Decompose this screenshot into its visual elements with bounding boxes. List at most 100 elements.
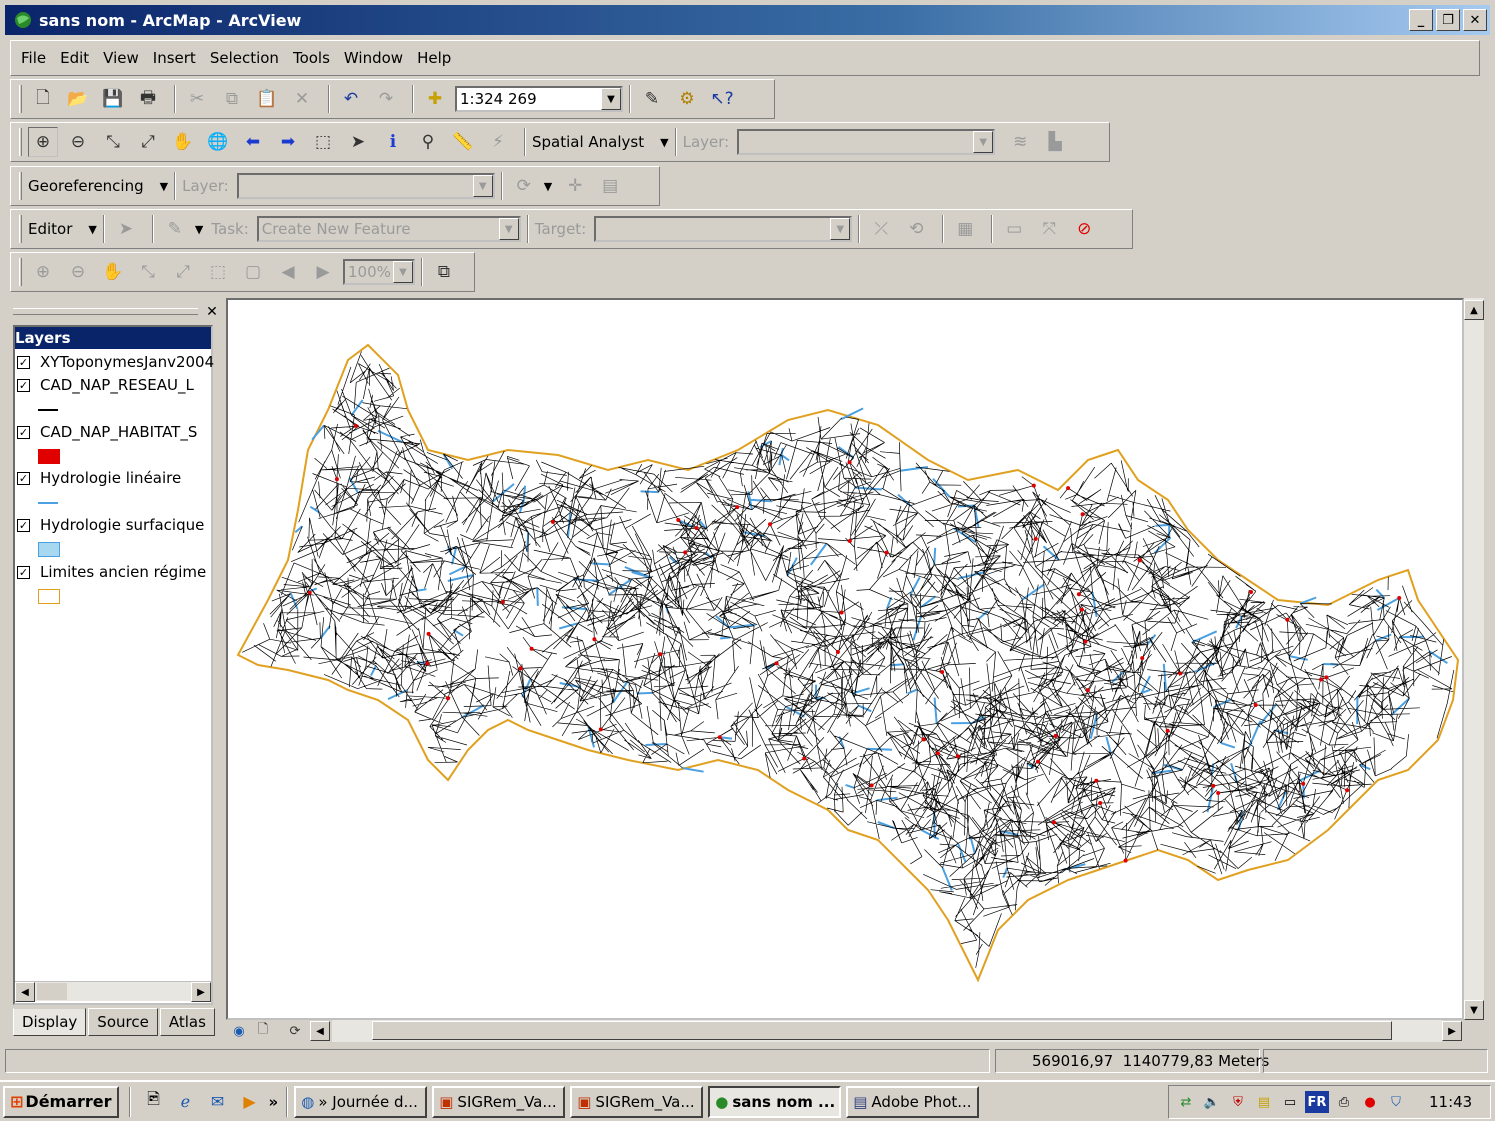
editor-toolbar-icon[interactable]: ✎ <box>637 84 667 114</box>
map-scale-combo[interactable]: 1:324 269 ▼ <box>455 86 623 112</box>
menu-tools[interactable]: Tools <box>293 49 330 67</box>
fill-symbol[interactable] <box>38 449 60 464</box>
fixed-zoom-out-page-icon[interactable]: ⤢ <box>168 257 198 287</box>
new-document-icon[interactable]: 🗋 <box>28 84 58 114</box>
menu-window[interactable]: Window <box>344 49 403 67</box>
menu-help[interactable]: Help <box>417 49 451 67</box>
layer-item[interactable]: ✓ CAD_NAP_RESEAU_L <box>17 376 194 394</box>
task-combo[interactable]: Create New Feature ▼ <box>256 216 521 242</box>
add-data-icon[interactable]: ✚ <box>420 84 450 114</box>
show-desktop-icon[interactable]: 🖻 <box>141 1089 167 1115</box>
map-horizontal-scrollbar[interactable] <box>332 1020 1442 1042</box>
layer-checkbox[interactable]: ✓ <box>17 355 30 369</box>
toc-horizontal-scrollbar[interactable]: ◀ ▶ <box>15 981 211 1002</box>
georef-layer-combo[interactable]: ▼ <box>236 173 495 199</box>
pan-hand-icon[interactable]: ✋ <box>168 127 198 157</box>
chevron-down-icon[interactable]: ▼ <box>88 223 96 236</box>
save-icon[interactable]: 💾 <box>98 84 128 114</box>
layout-zoom-combo[interactable]: 100% ▼ <box>343 259 415 285</box>
cut-icon[interactable]: ✂ <box>182 84 212 114</box>
layout-zoom-out-icon[interactable]: ⊖ <box>63 257 93 287</box>
close-icon[interactable]: ✕ <box>204 304 220 320</box>
map-canvas[interactable] <box>228 300 1462 1018</box>
network-icon[interactable]: ⇄ <box>1175 1091 1197 1113</box>
monitor-icon[interactable]: ▭ <box>1279 1091 1301 1113</box>
scroll-thumb[interactable] <box>372 1021 1392 1040</box>
chevron-down-icon[interactable]: ▼ <box>544 180 552 193</box>
spatial-analyst-menu[interactable]: Spatial Analyst <box>532 133 644 151</box>
toc-grip[interactable] <box>13 308 198 315</box>
rotate-icon[interactable]: ⟳ <box>509 171 539 201</box>
restore-button[interactable]: ❐ <box>1436 9 1460 31</box>
contour-icon[interactable]: ≋ <box>1005 127 1035 157</box>
zoom-out-icon[interactable]: ⊖ <box>63 127 93 157</box>
taskbar-item-photoshop[interactable]: ▤ Adobe Phot... <box>846 1085 980 1118</box>
layer-checkbox[interactable]: ✓ <box>17 425 30 439</box>
select-features-icon[interactable]: ⬚ <box>308 127 338 157</box>
quicklaunch-chevron[interactable]: » <box>269 1093 279 1111</box>
chevron-down-icon[interactable]: ▼ <box>660 136 668 149</box>
toolbar-grip[interactable] <box>19 128 22 156</box>
layer-item[interactable]: ✓ Hydrologie surfacique <box>17 516 204 534</box>
taskbar-item-sigrem-2[interactable]: ▣ SIGRem_Va... <box>570 1085 704 1118</box>
zoom-whole-page-icon[interactable]: ⤡ <box>133 257 163 287</box>
map-display[interactable] <box>226 298 1464 1020</box>
line-symbol[interactable] <box>38 409 58 411</box>
sketch-properties-icon[interactable]: ▭ <box>999 214 1029 244</box>
internet-explorer-icon[interactable]: ℯ <box>173 1089 199 1115</box>
taskbar-item-arcmap[interactable]: ● sans nom ... <box>708 1085 842 1118</box>
volume-icon[interactable]: 🔈 <box>1201 1091 1223 1113</box>
chevron-down-icon[interactable]: ▼ <box>195 223 203 236</box>
layer-item[interactable]: ✓ Hydrologie linéaire <box>17 469 181 487</box>
measure-icon[interactable]: 📏 <box>448 127 478 157</box>
toolbar-grip[interactable] <box>19 85 22 113</box>
layout-view-page-icon[interactable]: 🗋 <box>252 1020 274 1042</box>
rotate-feature-icon[interactable]: ⟲ <box>901 214 931 244</box>
delete-icon[interactable]: ✕ <box>287 84 317 114</box>
chevron-down-icon[interactable]: ▼ <box>601 88 621 110</box>
chevron-down-icon[interactable]: ▼ <box>830 218 851 240</box>
layer-item[interactable]: ✓ XYToponymesJanv2004 <box>17 353 214 371</box>
scroll-left-icon[interactable]: ◀ <box>310 1021 330 1041</box>
menu-view[interactable]: View <box>103 49 139 67</box>
layer-checkbox[interactable]: ✓ <box>17 378 30 392</box>
split-tool-icon[interactable]: ⤫ <box>866 214 896 244</box>
spatial-layer-combo[interactable]: ▼ <box>737 129 996 155</box>
hyperlink-icon[interactable]: ⚡ <box>483 127 513 157</box>
chevron-down-icon[interactable]: ▼ <box>472 175 493 197</box>
redo-icon[interactable]: ↷ <box>371 84 401 114</box>
chevron-down-icon[interactable]: ▼ <box>160 180 168 193</box>
fill-symbol[interactable] <box>38 542 60 557</box>
scroll-down-icon[interactable]: ▼ <box>1464 1000 1484 1020</box>
antivirus-icon[interactable]: ⛨ <box>1227 1091 1249 1113</box>
toolbar-grip[interactable] <box>19 258 22 286</box>
alert-icon[interactable]: ● <box>1359 1091 1381 1113</box>
undo-icon[interactable]: ↶ <box>336 84 366 114</box>
close-button[interactable]: ✕ <box>1463 9 1487 31</box>
histogram-icon[interactable]: ▙ <box>1040 127 1070 157</box>
back-arrow-icon[interactable]: ⬅ <box>238 127 268 157</box>
attributes-icon[interactable]: ▦ <box>950 214 980 244</box>
topology-icon[interactable]: ⤧ <box>1034 214 1064 244</box>
no-edit-prohibited-icon[interactable]: ⊘ <box>1069 214 1099 244</box>
layer-checkbox[interactable]: ✓ <box>17 471 30 485</box>
sketch-pencil-icon[interactable]: ✎ <box>160 214 190 244</box>
link-table-icon[interactable]: ▤ <box>595 171 625 201</box>
layer-item[interactable]: ✓ Limites ancien régime <box>17 563 206 581</box>
edit-tool-arrow-icon[interactable]: ➤ <box>111 214 141 244</box>
scroll-thumb[interactable] <box>37 983 67 1000</box>
tab-source[interactable]: Source <box>88 1008 158 1036</box>
chevron-down-icon[interactable]: ▼ <box>973 131 994 153</box>
identify-icon[interactable]: ℹ <box>378 127 408 157</box>
toolbar-grip[interactable] <box>19 215 22 243</box>
georeferencing-menu[interactable]: Georeferencing <box>28 177 144 195</box>
open-folder-icon[interactable]: 📂 <box>63 84 93 114</box>
previous-extent-icon[interactable]: ◀ <box>273 257 303 287</box>
refresh-icon[interactable]: ⟳ <box>284 1020 306 1042</box>
zoom-100-icon[interactable]: ▢ <box>238 257 268 287</box>
whats-this-help-icon[interactable]: ↖? <box>707 84 737 114</box>
folder-sync-icon[interactable]: ▤ <box>1253 1091 1275 1113</box>
shield-icon[interactable]: ⛉ <box>1385 1091 1407 1113</box>
copy-icon[interactable]: ⧉ <box>217 84 247 114</box>
taskbar-item-sigrem-1[interactable]: ▣ SIGRem_Va... <box>432 1085 566 1118</box>
